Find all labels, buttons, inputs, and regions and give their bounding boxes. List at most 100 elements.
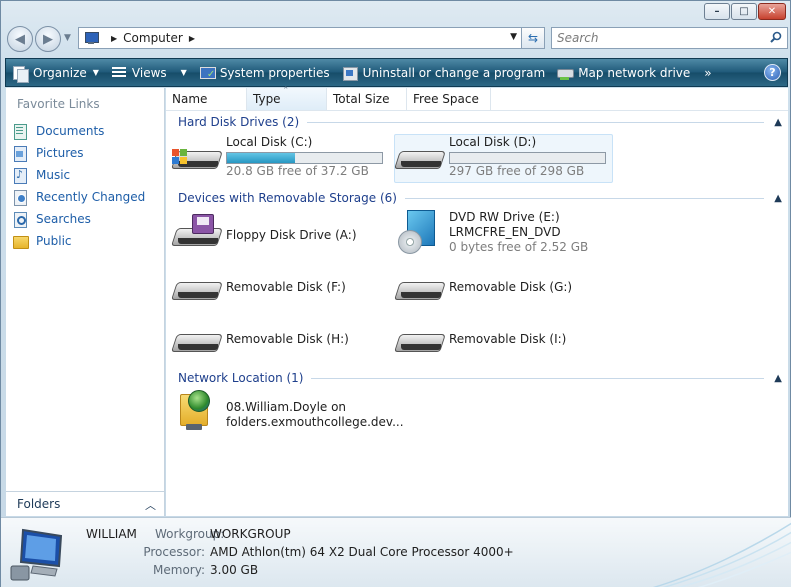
sidebar-item-searches[interactable]: Searches [12,208,145,230]
search-box[interactable] [551,27,788,49]
column-header-name[interactable]: Name [166,88,247,110]
floppy-disk-icon [192,214,214,234]
back-button[interactable]: ◀ [7,26,33,52]
views-icon [111,65,127,81]
computer-icon [10,528,63,581]
group-hard-disk-drives[interactable]: Hard Disk Drives (2) ▲ [178,114,782,130]
decorative-swoosh [652,522,791,587]
sidebar-item-label: Pictures [36,146,84,160]
group-network-location[interactable]: Network Location (1) ▲ [178,370,782,386]
refresh-icon: ⇆ [527,31,539,45]
network-location-path: folders.exmouthcollege.dev... [226,415,404,429]
breadcrumb-separator-icon[interactable]: ▶ [111,34,117,43]
help-icon[interactable]: ? [764,64,781,81]
views-button[interactable]: Views ▼ [105,59,193,86]
drive-local-disk-c[interactable]: Local Disk (C:) 20.8 GB free of 37.2 GB [172,135,387,183]
system-properties-label: System properties [219,65,330,80]
drive-removable-i[interactable]: Removable Disk (I:) [395,318,614,364]
address-bar[interactable]: ▶ Computer ▶ ▼ [78,27,522,49]
drive-removable-h[interactable]: Removable Disk (H:) [172,318,387,364]
system-properties-button[interactable]: System properties [193,59,336,86]
search-icon[interactable] [770,31,782,43]
breadcrumb-separator-icon[interactable]: ▶ [189,34,195,43]
folders-toggle[interactable]: Folders ︿ [6,491,164,516]
drive-local-disk-d[interactable]: Local Disk (D:) 297 GB free of 298 GB [394,134,613,183]
address-dropdown-icon[interactable]: ▼ [510,32,517,42]
explorer-window: – □ ✕ ◀ ▶ ▼ ▶ Computer ▶ ▼ ⇆ Organize ▼ [0,0,791,587]
sidebar-item-recently-changed[interactable]: Recently Changed [12,186,145,208]
public-folder-icon [12,233,29,249]
sidebar-item-documents[interactable]: Documents [12,120,145,142]
column-header-total-size[interactable]: Total Size [327,88,407,110]
floppy-drive-icon [172,212,222,256]
removable-disk-icon [395,266,445,310]
drive-floppy-a[interactable]: Floppy Disk Drive (A:) [172,212,387,258]
organize-icon [12,65,29,83]
chevron-down-icon: ▼ [180,68,187,77]
sidebar-item-music[interactable]: Music [12,164,145,186]
removable-disk-icon [172,318,222,362]
memory-value: 3.00 GB [210,563,259,577]
uninstall-label: Uninstall or change a program [362,65,546,80]
group-title: Devices with Removable Storage (6) [178,191,397,205]
sidebar-item-public[interactable]: Public [12,230,145,252]
drive-removable-f[interactable]: Removable Disk (F:) [172,266,387,312]
caption-buttons: – □ ✕ [704,3,786,20]
sidebar-item-label: Recently Changed [36,190,146,204]
system-properties-icon [199,65,216,81]
network-location-item[interactable]: 08.William.Doyle on folders.exmouthcolle… [174,390,404,440]
maximize-button[interactable]: □ [731,3,757,20]
capacity-bar [449,152,606,164]
group-removable-storage[interactable]: Devices with Removable Storage (6) ▲ [178,190,782,206]
organize-label: Organize [33,65,87,80]
folders-label: Folders [17,497,61,511]
collapse-chevron-icon[interactable]: ▲ [774,373,782,384]
drive-dvd-e[interactable]: DVD RW Drive (E:) LRMCFRE_EN_DVD 0 bytes… [395,210,614,260]
network-folder-icon [174,390,224,434]
refresh-button[interactable]: ⇆ [521,27,545,49]
group-title: Network Location (1) [178,371,304,385]
disc-label: LRMCFRE_EN_DVD [449,225,561,239]
processor-value: AMD Athlon(tm) 64 X2 Dual Core Processor… [210,545,514,559]
breadcrumb-computer[interactable]: Computer [123,31,183,45]
more-commands-button[interactable]: » [696,59,719,86]
music-icon [12,167,28,184]
column-header-type[interactable]: Type [247,85,327,110]
free-space-text: 0 bytes free of 2.52 GB [449,240,589,254]
programs-icon [342,65,358,81]
close-button[interactable]: ✕ [758,3,786,20]
details-rows: WILLIAM Workgroup: WORKGROUP Processor: … [86,525,514,579]
documents-icon [12,123,28,140]
hard-disk-icon [172,135,222,179]
forward-button[interactable]: ▶ [35,26,61,52]
removable-disk-icon [172,266,222,310]
recent-pages-dropdown[interactable]: ▼ [64,33,71,43]
pictures-icon [12,145,28,162]
searches-icon [12,211,28,228]
chevron-down-icon: ▼ [92,68,99,77]
collapse-chevron-icon[interactable]: ▲ [774,117,782,128]
drive-removable-g[interactable]: Removable Disk (G:) [395,266,614,312]
drive-name: Local Disk (C:) [226,135,313,149]
file-list: Name Type Total Size Free Space Hard Dis… [166,85,788,516]
collapse-chevron-icon[interactable]: ▲ [774,193,782,204]
organize-button[interactable]: Organize ▼ [6,59,105,86]
favorite-links-list: Documents Pictures Music Recently Change… [12,120,145,252]
search-input[interactable] [557,31,757,45]
processor-label: Processor: [143,545,205,559]
sidebar-item-pictures[interactable]: Pictures [12,142,145,164]
sidebar-item-label: Music [36,168,71,182]
uninstall-program-button[interactable]: Uninstall or change a program [336,59,552,86]
map-network-drive-button[interactable]: Map network drive [551,59,696,86]
minimize-button[interactable]: – [704,3,730,20]
memory-label: Memory: [153,563,205,577]
column-headers: Name Type Total Size Free Space [166,85,788,111]
drive-name: Floppy Disk Drive (A:) [226,228,357,242]
column-header-free-space[interactable]: Free Space [407,88,491,110]
network-drive-icon [557,65,575,81]
navigation-bar: ◀ ▶ ▼ ▶ Computer ▶ ▼ ⇆ [7,25,788,53]
group-divider [404,197,765,199]
sidebar-item-label: Public [36,234,72,248]
recently-changed-icon [12,189,28,206]
drive-name: Removable Disk (G:) [449,280,573,294]
